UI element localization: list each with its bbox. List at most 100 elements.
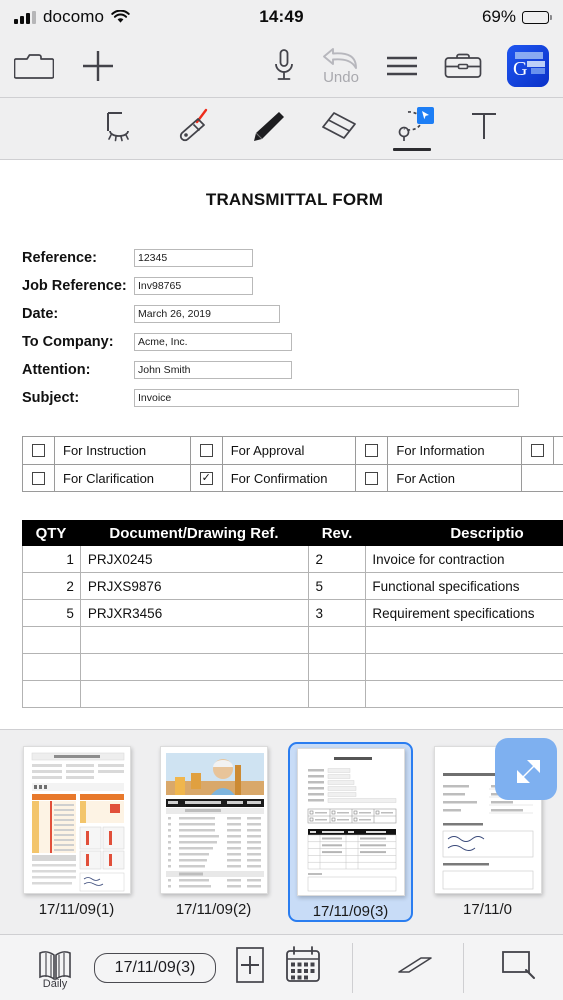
checkbox-wrap bbox=[522, 465, 554, 491]
add-page-button[interactable] bbox=[234, 945, 266, 990]
field-row: Reference: 12345 bbox=[22, 244, 541, 272]
cell-document-ref: PRJXR3456 bbox=[81, 600, 309, 626]
toolbar-left-group bbox=[14, 48, 116, 84]
purpose-cell-for-clarification[interactable]: For Clarification bbox=[23, 464, 191, 491]
bottom-toolbar: Daily 17/11/09(3) bbox=[0, 934, 563, 1000]
eraser-tool[interactable] bbox=[317, 105, 363, 153]
field-label: Subject: bbox=[22, 390, 80, 406]
thumbnail-label: 17/11/09(2) bbox=[175, 901, 252, 918]
thumbnail-preview bbox=[296, 748, 405, 896]
lasso-select-tool[interactable] bbox=[389, 105, 435, 153]
checkbox-icon[interactable] bbox=[365, 444, 379, 457]
hide-annotations-tool[interactable] bbox=[101, 105, 147, 153]
table-header-row: QTY Document/Drawing Ref. Rev. Descripti… bbox=[22, 520, 563, 546]
field-row: Date: March 26, 2019 bbox=[22, 300, 541, 328]
folder-icon bbox=[14, 50, 54, 82]
subject-field[interactable]: Invoice bbox=[134, 389, 519, 407]
field-label: Job Reference: bbox=[22, 278, 127, 294]
table-row[interactable]: 2 PRJXS9876 5 Functional specifications bbox=[22, 573, 563, 600]
zoom-rect-icon bbox=[498, 947, 542, 988]
thumbnail-item-3[interactable]: 17/11/09(3) bbox=[288, 742, 413, 922]
cell-description: Functional specifications bbox=[366, 573, 563, 599]
cell-document-ref: PRJX0245 bbox=[81, 546, 309, 572]
cell-description bbox=[366, 627, 563, 653]
table-row[interactable]: 1 PRJX0245 2 Invoice for contraction bbox=[22, 546, 563, 573]
field-row: Attention: John Smith bbox=[22, 356, 541, 384]
column-header-rev: Rev. bbox=[321, 524, 353, 542]
checkbox-wrap[interactable] bbox=[191, 437, 223, 464]
hamburger-menu-icon bbox=[385, 52, 419, 80]
microphone-button[interactable] bbox=[271, 47, 297, 85]
pencil-tool[interactable] bbox=[245, 105, 291, 153]
menu-button[interactable] bbox=[385, 52, 419, 80]
purpose-label: For Confirmation bbox=[230, 470, 328, 486]
daily-button[interactable]: Daily bbox=[34, 944, 76, 991]
lasso-cursor-badge bbox=[417, 106, 434, 124]
thumbnail-item-2[interactable]: 17/11/09(2) bbox=[151, 742, 276, 918]
reference-field[interactable]: 12345 bbox=[134, 249, 253, 267]
zoom-rect-button[interactable] bbox=[498, 947, 542, 988]
checkbox-icon-checked[interactable]: ✓ bbox=[199, 471, 213, 485]
table-row[interactable] bbox=[22, 681, 563, 708]
flat-view-button[interactable] bbox=[387, 950, 433, 985]
checkbox-icon[interactable] bbox=[199, 444, 213, 457]
field-label: Reference: bbox=[22, 250, 97, 266]
to-company-field[interactable]: Acme, Inc. bbox=[134, 333, 292, 351]
purpose-cell-for-confirmation[interactable]: ✓ For Confirmation bbox=[190, 464, 357, 491]
checkbox-wrap[interactable] bbox=[356, 437, 389, 464]
purpose-cell-for-instruction[interactable]: For Instruction bbox=[23, 437, 191, 464]
folder-button[interactable] bbox=[14, 50, 54, 82]
checkbox-icon[interactable] bbox=[365, 471, 379, 485]
purpose-checkbox-grid: For Instruction For Approval For Informa… bbox=[22, 436, 563, 492]
cell-rev: 3 bbox=[309, 600, 367, 626]
purpose-label: For Action bbox=[396, 470, 455, 486]
marker-pen-tool[interactable] bbox=[173, 105, 219, 153]
eraser-icon bbox=[320, 109, 360, 148]
date-pill-button[interactable]: 17/11/09(3) bbox=[94, 952, 216, 983]
cell-description bbox=[366, 681, 563, 707]
status-bar-right: 69% bbox=[482, 7, 552, 27]
purpose-label: For Instruction bbox=[63, 443, 147, 458]
table-row[interactable] bbox=[22, 654, 563, 681]
checkbox-wrap[interactable] bbox=[23, 437, 55, 464]
briefcase-button[interactable] bbox=[443, 50, 483, 82]
checkbox-wrap[interactable] bbox=[23, 465, 55, 491]
checkbox-wrap[interactable] bbox=[522, 437, 555, 464]
date-field[interactable]: March 26, 2019 bbox=[134, 305, 280, 323]
purpose-cell-clipped[interactable]: F bbox=[522, 437, 563, 464]
cell-document-ref bbox=[81, 654, 309, 680]
undo-label: Undo bbox=[323, 69, 359, 86]
checkbox-wrap[interactable]: ✓ bbox=[191, 465, 223, 491]
cell-rev bbox=[309, 681, 367, 707]
svg-text:G: G bbox=[513, 58, 527, 80]
cell-rev bbox=[309, 627, 367, 653]
purpose-cell-for-information[interactable]: For Information bbox=[356, 437, 523, 464]
attention-field[interactable]: John Smith bbox=[134, 361, 292, 379]
cell-document-ref: PRJXS9876 bbox=[81, 573, 309, 599]
cell-rev: 5 bbox=[309, 573, 367, 599]
table-row[interactable] bbox=[22, 627, 563, 654]
job-reference-field[interactable]: Inv98765 bbox=[134, 277, 253, 295]
purpose-cell-for-approval[interactable]: For Approval bbox=[191, 437, 357, 464]
checkbox-wrap[interactable] bbox=[356, 465, 389, 491]
column-header-document-ref: Document/Drawing Ref. bbox=[109, 524, 279, 542]
marker-pen-icon bbox=[176, 108, 216, 149]
text-tool[interactable] bbox=[461, 105, 507, 153]
expand-arrow-button[interactable] bbox=[495, 738, 557, 800]
tool-palette bbox=[0, 98, 563, 160]
app-icon-button[interactable]: G bbox=[507, 44, 549, 87]
table-row[interactable]: 5 PRJXR3456 3 Requirement specifications bbox=[22, 600, 563, 627]
page-thumbnail-strip[interactable]: 17/11/09(1) 17/11/09(2) 17/11/09(3) 17/1… bbox=[0, 729, 563, 934]
checkbox-icon[interactable] bbox=[32, 471, 45, 485]
undo-button[interactable]: Undo bbox=[321, 45, 361, 86]
document-canvas[interactable]: TRANSMITTAL FORM Reference: 12345 Job Re… bbox=[0, 160, 563, 729]
purpose-label: F bbox=[554, 443, 563, 458]
checkbox-icon[interactable] bbox=[32, 444, 45, 457]
purpose-label: For Information bbox=[396, 443, 485, 458]
calendar-button[interactable] bbox=[284, 945, 322, 990]
thumbnail-item-1[interactable]: 17/11/09(1) bbox=[14, 742, 139, 918]
add-button[interactable] bbox=[80, 48, 116, 84]
purpose-cell-clipped[interactable] bbox=[522, 464, 563, 491]
purpose-cell-for-action[interactable]: For Action bbox=[356, 464, 523, 491]
checkbox-icon[interactable] bbox=[531, 444, 545, 457]
